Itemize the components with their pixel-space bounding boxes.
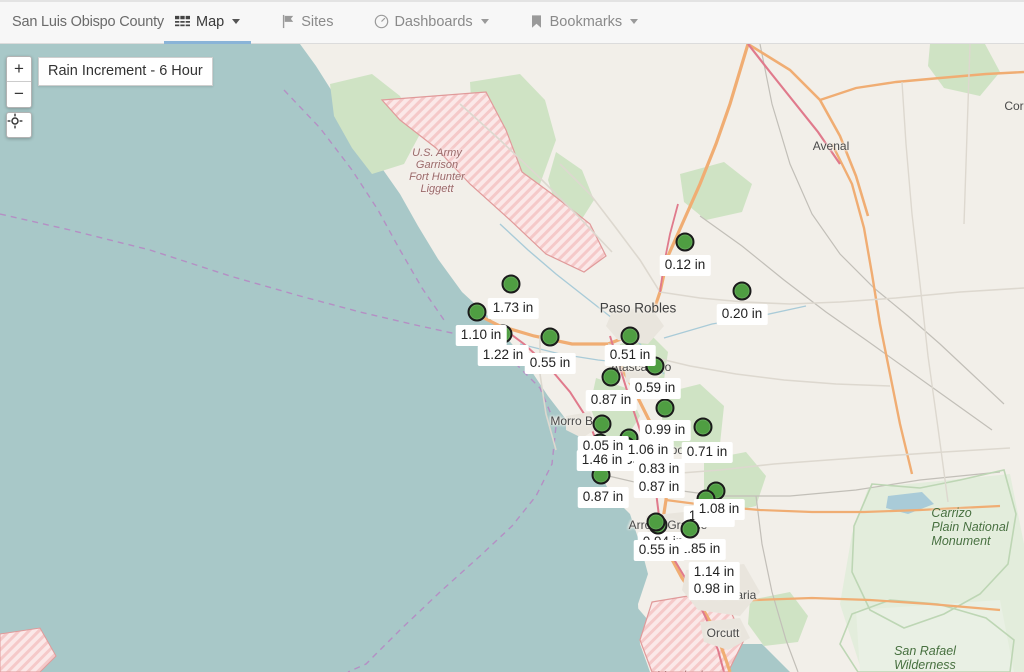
- nav-tab-dashboards-label: Dashboards: [394, 13, 473, 30]
- station-marker[interactable]: [732, 281, 752, 301]
- station-value-label[interactable]: 0.87 in: [585, 390, 637, 411]
- station-value-label[interactable]: 1.46 in: [576, 450, 628, 471]
- flag-icon: [280, 14, 296, 30]
- station-value-label[interactable]: 1.08 in: [693, 499, 745, 520]
- station-value-label[interactable]: 1.10 in: [455, 325, 507, 346]
- station-marker[interactable]: [693, 417, 713, 437]
- station-value-label[interactable]: 0.87 in: [577, 487, 629, 508]
- map-canvas[interactable]: + − Rain Increment - 6 Hour U.S. Army Gar…: [0, 44, 1024, 672]
- station-marker[interactable]: [601, 367, 621, 387]
- nav-tab-bookmarks[interactable]: Bookmarks: [518, 0, 650, 44]
- nav-tab-sites[interactable]: Sites: [269, 0, 344, 44]
- nav-tab-dashboards[interactable]: Dashboards: [362, 0, 499, 44]
- locate-button[interactable]: [6, 112, 32, 138]
- station-value-label[interactable]: 0.99 in: [639, 420, 691, 441]
- station-marker[interactable]: [675, 232, 695, 252]
- station-marker[interactable]: [592, 414, 612, 434]
- station-marker[interactable]: [680, 519, 700, 539]
- station-marker[interactable]: [646, 512, 666, 532]
- station-value-label[interactable]: 1.06 in: [622, 440, 674, 461]
- layer-title: Rain Increment - 6 Hour: [38, 57, 213, 86]
- zoom-out-button[interactable]: −: [7, 82, 31, 107]
- station-value-label[interactable]: 1.22 in: [477, 345, 529, 366]
- nav-tab-map[interactable]: Map: [163, 0, 252, 44]
- station-value-label[interactable]: 0.12 in: [659, 255, 711, 276]
- nav-tab-bookmarks-label: Bookmarks: [549, 13, 623, 30]
- chevron-down-icon: [480, 19, 489, 24]
- station-marker[interactable]: [501, 274, 521, 294]
- brand-title: San Luis Obispo County: [12, 13, 164, 30]
- bookmark-icon: [529, 14, 545, 30]
- station-value-label[interactable]: 0.87 in: [633, 477, 685, 498]
- station-value-label[interactable]: 0.55 in: [524, 353, 576, 374]
- gauge-icon: [373, 14, 389, 30]
- station-marker[interactable]: [540, 327, 560, 347]
- nav-tab-sites-label: Sites: [301, 13, 334, 30]
- station-marker[interactable]: [655, 398, 675, 418]
- station-value-label[interactable]: 1.73 in: [487, 298, 539, 319]
- station-value-label[interactable]: 0.71 in: [681, 442, 733, 463]
- app-header: San Luis Obispo County Map Sites Dashboa…: [0, 0, 1024, 44]
- station-value-label[interactable]: 0.98 in: [688, 579, 740, 600]
- station-value-label[interactable]: 0.59 in: [629, 378, 681, 399]
- zoom-control[interactable]: + −: [6, 56, 32, 108]
- station-marker[interactable]: [467, 302, 487, 322]
- chevron-down-icon: [232, 19, 241, 24]
- station-value-label[interactable]: 0.51 in: [604, 345, 656, 366]
- map-icon: [175, 14, 191, 30]
- station-value-label[interactable]: 0.55 in: [633, 540, 685, 561]
- station-value-label[interactable]: 0.20 in: [716, 304, 768, 325]
- station-marker[interactable]: [620, 326, 640, 346]
- nav-tab-map-label: Map: [195, 13, 225, 30]
- zoom-in-button[interactable]: +: [7, 57, 31, 82]
- chevron-down-icon: [630, 19, 639, 24]
